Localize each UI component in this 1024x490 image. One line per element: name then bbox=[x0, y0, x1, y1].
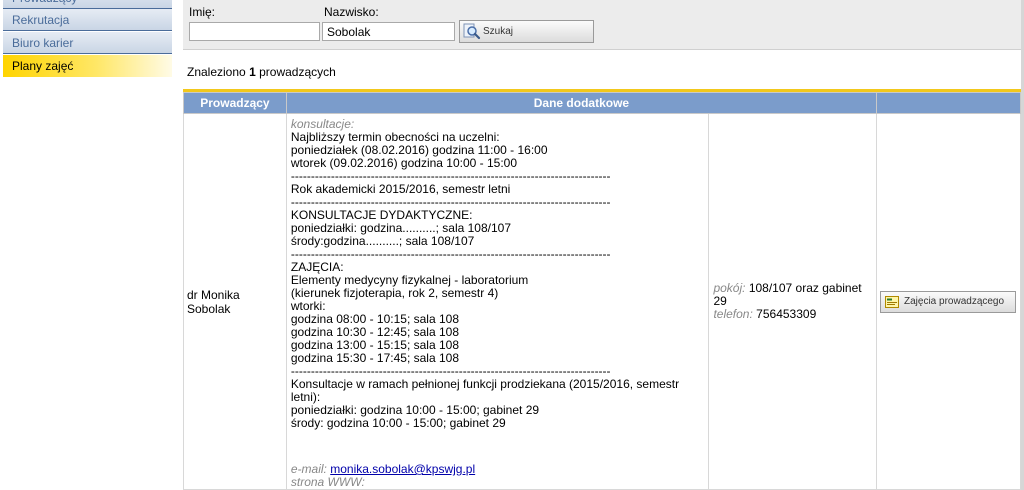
info-line: Rok akademicki 2015/2016, semestr letni bbox=[290, 182, 511, 196]
actions-cell: Zajęcia prowadzącego bbox=[876, 113, 1021, 490]
imie-input[interactable] bbox=[189, 22, 320, 41]
info-line: (kierunek fizjoterapia, rok 2, semestr 4… bbox=[290, 286, 499, 300]
info-line: środy: godzina 10:00 - 15:00; gabinet 29 bbox=[290, 416, 506, 430]
header-dane-dodatkowe: Dane dodatkowe bbox=[285, 92, 878, 114]
block-didactic: KONSULTACJE DYDAKTYCZNE: poniedziałki: g… bbox=[291, 209, 705, 248]
search-magnifier-icon bbox=[463, 23, 481, 40]
pokoj-label: pokój: bbox=[713, 281, 746, 295]
separator: ----------------------------------------… bbox=[290, 248, 611, 261]
table-row: dr Monika Sobolak konsultacje: Najbliższ… bbox=[183, 113, 1021, 490]
info-line: środy:godzina..........; sala 108/107 bbox=[290, 234, 475, 248]
info-line: Konsultacje w ramach pełnionej funkcji p… bbox=[290, 377, 680, 404]
email-label: e-mail: bbox=[290, 462, 327, 476]
main-content: Imię: Nazwisko: Szukaj Znaleziono 1 prow… bbox=[183, 0, 1024, 490]
schedule-card-icon bbox=[885, 295, 899, 308]
imie-label: Imię: bbox=[189, 5, 216, 19]
header-actions bbox=[876, 92, 1021, 114]
info-line: wtorek (09.02.2016) godzina 10:00 - 15:0… bbox=[290, 156, 518, 170]
block-year: Rok akademicki 2015/2016, semestr letni bbox=[291, 183, 705, 196]
block-classes: ZAJĘCIA: Elementy medycyny fizykalnej - … bbox=[291, 261, 705, 365]
table-header-row: Prowadzący Dane dodatkowe bbox=[183, 92, 1021, 114]
search-button[interactable]: Szukaj bbox=[459, 20, 594, 43]
results-count: Znaleziono 1 prowadzących bbox=[187, 65, 336, 79]
lecturer-schedule-label: Zajęcia prowadzącego bbox=[904, 295, 1005, 307]
found-count: 1 bbox=[249, 65, 256, 79]
sidebar-item-plany-zajec[interactable]: Plany zajęć bbox=[3, 55, 172, 77]
contact-info: pokój: 108/107 oraz gabinet 29 telefon: … bbox=[708, 113, 877, 490]
info-line: godzina 15:30 - 17:45; sala 108 bbox=[290, 351, 459, 365]
search-form: Imię: Nazwisko: Szukaj bbox=[183, 0, 1024, 50]
page: Prowadzący Rekrutacja Biuro karier Plany… bbox=[0, 0, 1024, 490]
room-row: pokój: 108/107 oraz gabinet 29 bbox=[713, 282, 876, 308]
lecturer-schedule-button[interactable]: Zajęcia prowadzącego bbox=[880, 290, 1016, 313]
nazwisko-label: Nazwisko: bbox=[324, 5, 379, 19]
consultation-info: konsultacje: Najbliższy termin obecności… bbox=[285, 113, 710, 490]
www-label: strona WWW: bbox=[290, 475, 365, 489]
sidebar-item-biuro-karier[interactable]: Biuro karier bbox=[3, 32, 172, 54]
nazwisko-input[interactable] bbox=[322, 22, 455, 41]
telefon-label: telefon: bbox=[713, 307, 753, 321]
telefon-value: 756453309 bbox=[756, 307, 817, 321]
found-suffix: prowadzących bbox=[259, 65, 336, 79]
search-button-label: Szukaj bbox=[483, 26, 514, 37]
sidebar: Prowadzący Rekrutacja Biuro karier Plany… bbox=[0, 0, 178, 490]
found-prefix: Znaleziono bbox=[187, 65, 246, 79]
sidebar-item-rekrutacja[interactable]: Rekrutacja bbox=[3, 9, 172, 31]
sidebar-item-prowadzacy[interactable]: Prowadzący bbox=[3, 0, 172, 9]
header-prowadzacy: Prowadzący bbox=[183, 92, 287, 114]
results-table: Prowadzący Dane dodatkowe dr Monika Sobo… bbox=[183, 92, 1021, 490]
phone-row: telefon: 756453309 bbox=[713, 308, 876, 321]
lecturer-name: dr Monika Sobolak bbox=[183, 113, 287, 490]
email-link[interactable]: monika.sobolak@kpswjg.pl bbox=[330, 462, 475, 476]
block-dean: Konsultacje w ramach pełnionej funkcji p… bbox=[291, 378, 705, 430]
block-terms: Najbliższy termin obecności na uczelni: … bbox=[291, 131, 705, 170]
